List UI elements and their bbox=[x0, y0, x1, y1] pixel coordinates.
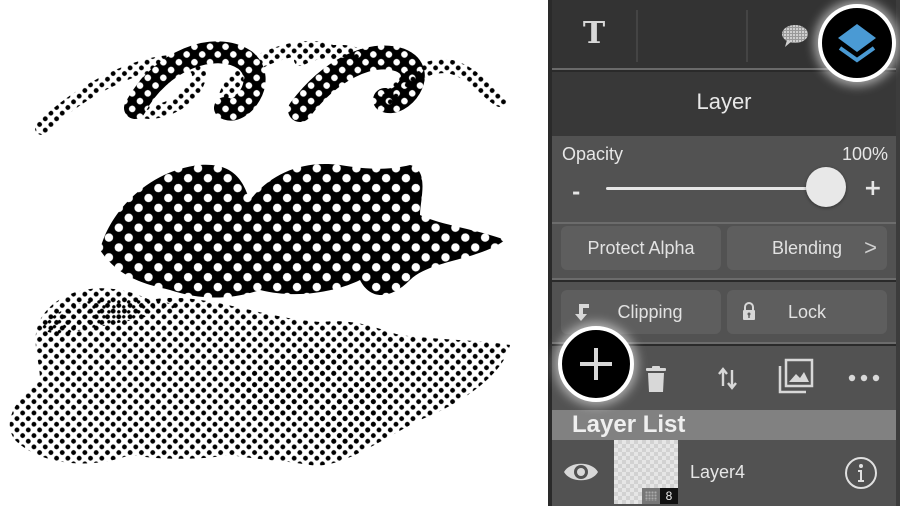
import-image-button[interactable] bbox=[776, 356, 816, 396]
opacity-slider-track[interactable] bbox=[606, 187, 826, 190]
layer-thumbnail[interactable]: 8 bbox=[614, 440, 678, 504]
chevron-right-icon: > bbox=[864, 235, 877, 260]
layer-list-header: Layer List bbox=[552, 410, 896, 440]
bottom-light-stroke bbox=[9, 288, 510, 466]
trash-icon bbox=[646, 366, 666, 392]
blending-label: Blending bbox=[771, 238, 843, 258]
layer-bit-badge: 8 bbox=[660, 488, 678, 504]
text-tool-button[interactable]: T bbox=[576, 16, 612, 52]
plus-icon bbox=[580, 348, 612, 380]
opacity-value: 100% bbox=[841, 144, 888, 164]
more-dots-icon bbox=[848, 374, 880, 382]
panel-title: Layer bbox=[696, 89, 752, 114]
drawing-canvas[interactable] bbox=[0, 0, 548, 506]
add-layer-button[interactable] bbox=[558, 326, 634, 402]
protect-alpha-label: Protect Alpha bbox=[587, 238, 695, 258]
layers-icon bbox=[838, 24, 876, 63]
opacity-increase-button[interactable]: + bbox=[864, 176, 882, 201]
gallery-icon bbox=[778, 358, 814, 394]
layers-tool-button[interactable] bbox=[818, 4, 896, 82]
protect-alpha-button[interactable]: Protect Alpha bbox=[561, 226, 721, 270]
panel-edge bbox=[896, 0, 900, 506]
alpha-blending-row: Protect Alpha Blending > bbox=[552, 224, 896, 280]
info-icon bbox=[845, 457, 877, 489]
lock-icon bbox=[743, 302, 755, 320]
speech-bubble-icon bbox=[782, 25, 808, 47]
layer-panel: T Layer Opacity 100% - + Protect Alpha B… bbox=[548, 0, 900, 506]
blending-button[interactable]: Blending > bbox=[727, 226, 887, 270]
opacity-decrease-button[interactable]: - bbox=[572, 180, 580, 204]
visibility-toggle[interactable] bbox=[562, 458, 600, 490]
swap-arrows-icon bbox=[718, 367, 737, 390]
opacity-label: Opacity bbox=[562, 144, 624, 164]
opacity-section: Opacity 100% - + bbox=[552, 136, 896, 224]
layer-list-title: Layer List bbox=[572, 411, 686, 438]
panel-title-bar: Layer bbox=[552, 72, 896, 136]
opacity-slider-thumb[interactable] bbox=[806, 167, 846, 207]
layer-list-item[interactable]: 8 Layer4 bbox=[552, 440, 896, 506]
layer-info-button[interactable] bbox=[844, 456, 878, 494]
toolbar-divider bbox=[746, 10, 748, 62]
clipping-arrow-icon bbox=[575, 304, 589, 321]
eye-icon bbox=[564, 463, 598, 481]
halftone-artwork bbox=[9, 41, 510, 466]
top-loops-stroke bbox=[35, 41, 507, 135]
lock-button[interactable]: Lock bbox=[727, 290, 887, 334]
more-options-button[interactable] bbox=[846, 360, 882, 396]
speech-bubble-tool-button[interactable] bbox=[780, 24, 810, 48]
middle-heavy-stroke bbox=[100, 164, 505, 298]
delete-layer-button[interactable] bbox=[638, 360, 674, 396]
toolbar-divider bbox=[636, 10, 638, 62]
layer-name: Layer4 bbox=[690, 462, 746, 482]
lock-label: Lock bbox=[787, 302, 827, 322]
move-layer-button[interactable] bbox=[710, 360, 746, 396]
halftone-badge-icon bbox=[642, 488, 660, 504]
clipping-label: Clipping bbox=[617, 302, 683, 322]
